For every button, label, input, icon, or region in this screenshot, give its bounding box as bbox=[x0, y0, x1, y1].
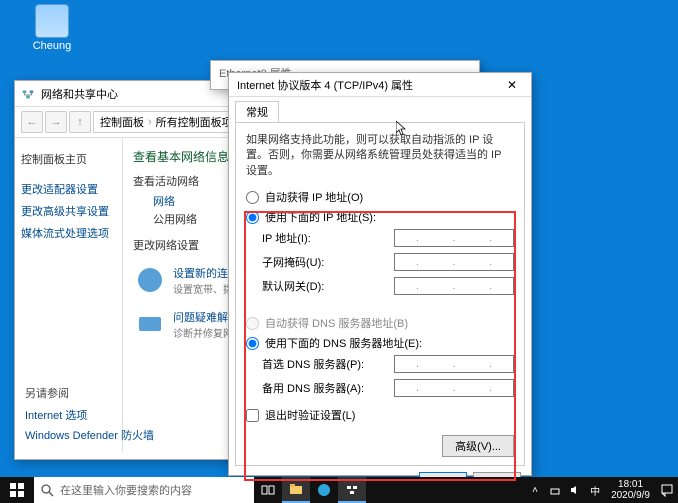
description-text: 如果网络支持此功能，则可以获取自动指派的 IP 设置。否则，你需要从网络系统管理… bbox=[246, 133, 514, 179]
network-icon bbox=[21, 87, 35, 101]
ip-address-input[interactable]: ... bbox=[394, 229, 514, 247]
field-pref-dns: 首选 DNS 服务器(P): ... bbox=[262, 355, 514, 373]
radio-input bbox=[246, 317, 259, 330]
gateway-input[interactable]: ... bbox=[394, 277, 514, 295]
ipv4-properties-dialog: Internet 协议版本 4 (TCP/IPv4) 属性 ✕ 常规 如果网络支… bbox=[228, 72, 532, 476]
tab-panel: 如果网络支持此功能，则可以获取自动指派的 IP 设置。否则，你需要从网络系统管理… bbox=[235, 122, 525, 466]
advanced-button[interactable]: 高级(V)... bbox=[442, 435, 514, 457]
taskbar-app-edge[interactable] bbox=[310, 477, 338, 503]
desktop-icon-label: Cheung bbox=[22, 40, 82, 52]
crumb[interactable]: 控制面板 bbox=[100, 114, 144, 130]
see-also-header: 另请参阅 bbox=[25, 385, 154, 401]
field-label: 首选 DNS 服务器(P): bbox=[262, 356, 394, 372]
see-also-link[interactable]: Windows Defender 防火墙 bbox=[25, 425, 154, 445]
folder-icon bbox=[35, 4, 69, 38]
radio-label: 使用下面的 IP 地址(S): bbox=[265, 209, 376, 225]
radio-input[interactable] bbox=[246, 211, 259, 224]
nav-back-button[interactable]: ← bbox=[21, 111, 43, 133]
tab-general[interactable]: 常规 bbox=[235, 101, 279, 122]
dialog-titlebar[interactable]: Internet 协议版本 4 (TCP/IPv4) 属性 ✕ bbox=[229, 73, 531, 97]
subnet-mask-input[interactable]: ... bbox=[394, 253, 514, 271]
radio-label: 自动获得 DNS 服务器地址(B) bbox=[265, 315, 408, 331]
nav-item-adapter[interactable]: 更改适配器设置 bbox=[21, 178, 116, 200]
field-label: 子网掩码(U): bbox=[262, 254, 394, 270]
see-also-link[interactable]: Internet 选项 bbox=[25, 405, 154, 425]
field-alt-dns: 备用 DNS 服务器(A): ... bbox=[262, 379, 514, 397]
field-gateway: 默认网关(D): ... bbox=[262, 277, 514, 295]
task-view-button[interactable] bbox=[254, 477, 282, 503]
radio-label: 使用下面的 DNS 服务器地址(E): bbox=[265, 335, 422, 351]
nav-home[interactable]: 控制面板主页 bbox=[21, 148, 116, 170]
search-placeholder: 在这里输入你要搜索的内容 bbox=[60, 482, 192, 498]
validate-checkbox-row[interactable]: 退出时验证设置(L) bbox=[246, 407, 514, 423]
nav-forward-button[interactable]: → bbox=[45, 111, 67, 133]
radio-input[interactable] bbox=[246, 191, 259, 204]
field-label: IP 地址(I): bbox=[262, 230, 394, 246]
nav-item-sharing[interactable]: 更改高级共享设置 bbox=[21, 200, 116, 222]
close-button[interactable]: ✕ bbox=[497, 76, 527, 94]
taskbar-search[interactable]: 在这里输入你要搜索的内容 bbox=[34, 477, 254, 503]
nav-item-media[interactable]: 媒体流式处理选项 bbox=[21, 222, 116, 244]
tray-network-icon[interactable] bbox=[545, 484, 565, 496]
wizard-icon bbox=[133, 263, 167, 297]
tray-chevron-up-icon[interactable]: ˄ bbox=[525, 485, 545, 496]
taskbar: 在这里输入你要搜索的内容 ˄ 中 18:01 2020/9/9 bbox=[0, 477, 678, 503]
radio-label: 自动获得 IP 地址(O) bbox=[265, 189, 363, 205]
alternate-dns-input[interactable]: ... bbox=[394, 379, 514, 397]
taskbar-clock[interactable]: 18:01 2020/9/9 bbox=[605, 479, 656, 501]
chevron-right-icon: › bbox=[148, 116, 152, 128]
system-tray: ˄ 中 18:01 2020/9/9 bbox=[525, 477, 678, 503]
preferred-dns-input[interactable]: ... bbox=[394, 355, 514, 373]
taskbar-app-settings[interactable] bbox=[338, 477, 366, 503]
nav-up-button[interactable]: ↑ bbox=[69, 111, 91, 133]
field-label: 备用 DNS 服务器(A): bbox=[262, 380, 394, 396]
desktop-icon-user[interactable]: Cheung bbox=[22, 4, 82, 52]
radio-use-ip[interactable]: 使用下面的 IP 地址(S): bbox=[246, 209, 514, 225]
troubleshoot-icon bbox=[133, 307, 167, 341]
window-title: 网络和共享中心 bbox=[41, 86, 118, 102]
start-button[interactable] bbox=[0, 477, 34, 503]
dialog-title: Internet 协议版本 4 (TCP/IPv4) 属性 bbox=[237, 77, 413, 93]
tray-ime-indicator[interactable]: 中 bbox=[585, 483, 605, 498]
field-mask: 子网掩码(U): ... bbox=[262, 253, 514, 271]
clock-time: 18:01 bbox=[611, 479, 650, 490]
crumb[interactable]: 所有控制面板项 bbox=[156, 114, 233, 130]
taskbar-app-explorer[interactable] bbox=[282, 477, 310, 503]
action-center-button[interactable] bbox=[656, 483, 678, 497]
radio-input[interactable] bbox=[246, 337, 259, 350]
validate-checkbox[interactable] bbox=[246, 409, 259, 422]
tray-volume-icon[interactable] bbox=[565, 484, 585, 496]
radio-auto-dns: 自动获得 DNS 服务器地址(B) bbox=[246, 315, 514, 331]
radio-use-dns[interactable]: 使用下面的 DNS 服务器地址(E): bbox=[246, 335, 514, 351]
checkbox-label: 退出时验证设置(L) bbox=[265, 407, 355, 423]
see-also: 另请参阅 Internet 选项 Windows Defender 防火墙 bbox=[25, 385, 154, 445]
field-label: 默认网关(D): bbox=[262, 278, 394, 294]
clock-date: 2020/9/9 bbox=[611, 490, 650, 501]
radio-auto-ip[interactable]: 自动获得 IP 地址(O) bbox=[246, 189, 514, 205]
field-ip: IP 地址(I): ... bbox=[262, 229, 514, 247]
search-icon bbox=[40, 483, 54, 497]
